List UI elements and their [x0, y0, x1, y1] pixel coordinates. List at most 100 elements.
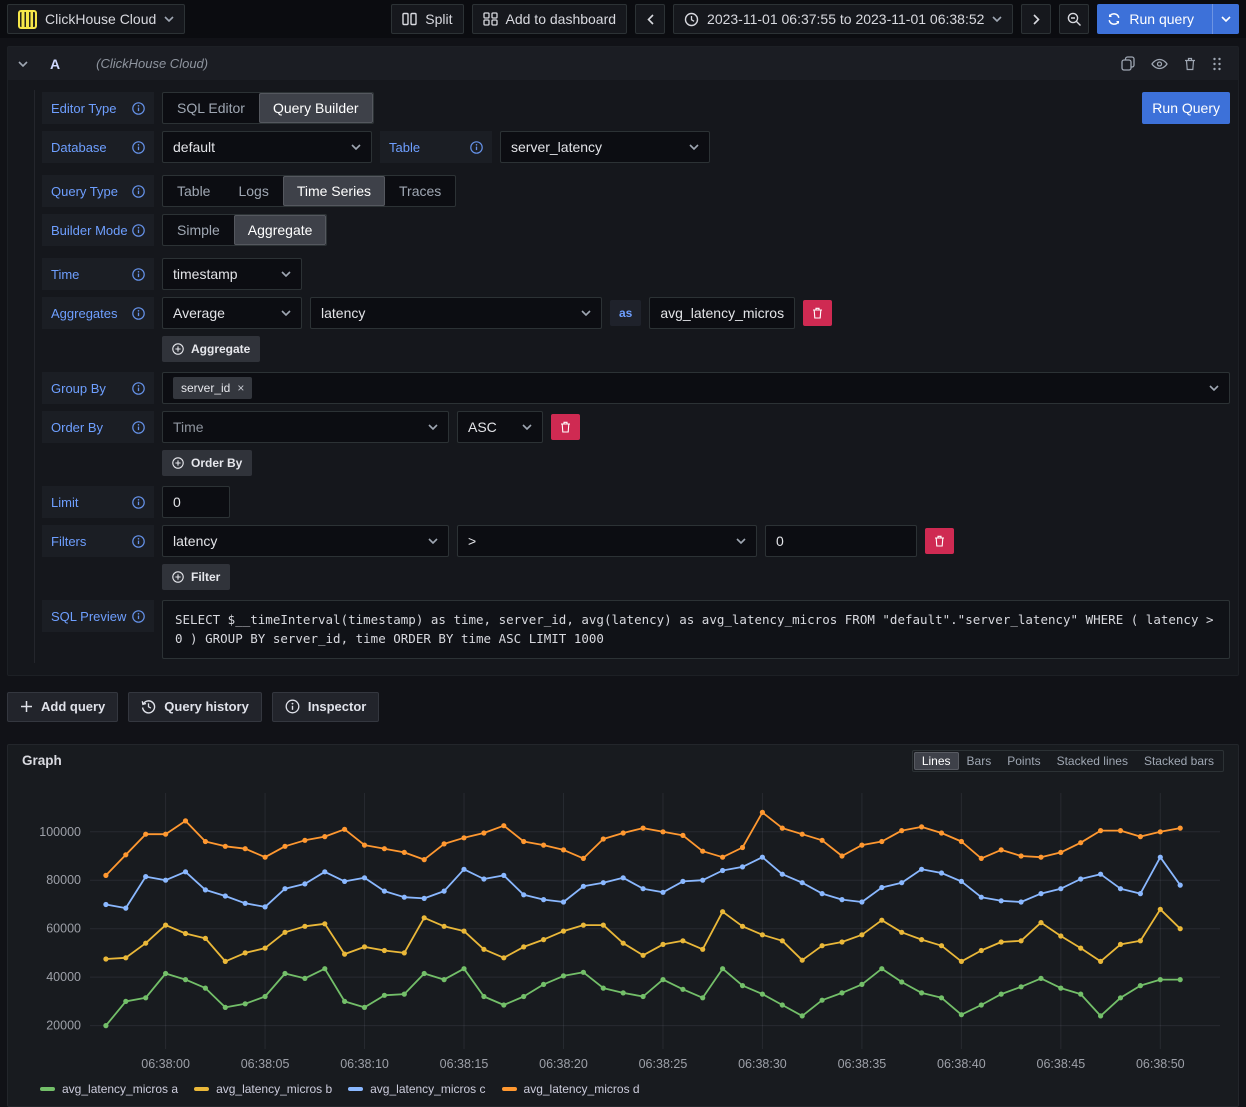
mode-option-points[interactable]: Points	[999, 752, 1048, 770]
drag-handle-icon[interactable]	[1212, 57, 1222, 71]
data-point	[382, 888, 387, 893]
aggregate-column-select[interactable]: latency	[310, 297, 602, 329]
order-by-field-select[interactable]: Time	[162, 411, 449, 443]
run-query-dropdown[interactable]	[1212, 4, 1239, 34]
remove-filter-button[interactable]	[925, 528, 954, 554]
run-query-main[interactable]: Run query	[1097, 11, 1204, 27]
info-icon[interactable]	[132, 610, 145, 623]
history-icon	[141, 699, 156, 714]
legend-item[interactable]: avg_latency_micros d	[502, 1082, 640, 1096]
remove-aggregate-button[interactable]	[803, 300, 832, 326]
mode-option-lines[interactable]: Lines	[914, 752, 959, 770]
split-button[interactable]: Split	[391, 4, 463, 34]
series-line-d	[106, 812, 1180, 875]
duplicate-query-icon[interactable]	[1121, 56, 1135, 71]
info-icon[interactable]	[132, 102, 145, 115]
table-select[interactable]: server_latency	[500, 131, 710, 163]
data-point	[939, 943, 944, 948]
time-range-picker[interactable]: 2023-11-01 06:37:55 to 2023-11-01 06:38:…	[673, 4, 1013, 34]
data-point	[1178, 825, 1183, 830]
data-point	[641, 952, 646, 957]
data-point	[939, 995, 944, 1000]
filter-value-input[interactable]: 0	[765, 525, 917, 557]
limit-input[interactable]: 0	[162, 486, 230, 518]
mode-option-stacked-lines[interactable]: Stacked lines	[1049, 752, 1136, 770]
query-type-option-table[interactable]: Table	[163, 176, 224, 206]
time-range-back-button[interactable]	[635, 4, 665, 34]
query-ref-id: A	[50, 56, 60, 72]
query-history-button[interactable]: Query history	[128, 692, 262, 722]
mode-option-bars[interactable]: Bars	[959, 752, 1000, 770]
aggregate-function-select[interactable]: Average	[162, 297, 302, 329]
data-point	[839, 990, 844, 995]
add-to-dashboard-button[interactable]: Add to dashboard	[472, 4, 628, 34]
data-point	[223, 1005, 228, 1010]
query-type-option-traces[interactable]: Traces	[385, 176, 455, 206]
editor-type-label: Editor Type	[42, 92, 154, 124]
data-point	[800, 957, 805, 962]
info-icon[interactable]	[132, 224, 145, 237]
data-point	[382, 846, 387, 851]
data-point	[641, 886, 646, 891]
x-tick-label: 06:38:35	[838, 1057, 887, 1071]
add-aggregate-button[interactable]: Aggregate	[162, 336, 260, 362]
query-type-option-time-series[interactable]: Time Series	[283, 176, 385, 206]
query-type-option-logs[interactable]: Logs	[224, 176, 282, 206]
time-range-zoom-out-button[interactable]	[1059, 4, 1089, 34]
time-column-select[interactable]: timestamp	[162, 258, 302, 290]
info-icon[interactable]	[132, 496, 145, 509]
group-by-select[interactable]: server_id ×	[162, 372, 1230, 404]
data-point	[899, 880, 904, 885]
aggregate-alias-input[interactable]: avg_latency_micros	[649, 297, 795, 329]
time-series-chart[interactable]: 2000040000600008000010000006:38:0006:38:…	[8, 777, 1238, 1080]
order-by-direction-select[interactable]: ASC	[457, 411, 543, 443]
info-icon[interactable]	[132, 382, 145, 395]
chevron-down-icon	[428, 424, 438, 430]
legend-item[interactable]: avg_latency_micros c	[348, 1082, 485, 1096]
data-point	[302, 881, 307, 886]
chart-svg[interactable]: 2000040000600008000010000006:38:0006:38:…	[12, 785, 1234, 1077]
filter-operator-select[interactable]: >	[457, 525, 757, 557]
query-row-header[interactable]: A (ClickHouse Cloud)	[8, 47, 1238, 80]
add-filter-button[interactable]: Filter	[162, 564, 230, 590]
info-icon[interactable]	[132, 185, 145, 198]
run-query-editor-button[interactable]: Run Query	[1142, 92, 1230, 124]
mode-option-stacked-bars[interactable]: Stacked bars	[1136, 752, 1222, 770]
plus-circle-icon	[172, 343, 184, 355]
time-range-forward-button[interactable]	[1021, 4, 1051, 34]
x-tick-label: 06:38:45	[1037, 1057, 1086, 1071]
legend-item[interactable]: avg_latency_micros b	[194, 1082, 332, 1096]
data-point	[382, 992, 387, 997]
remove-query-trash-icon[interactable]	[1184, 57, 1196, 71]
filter-field-select[interactable]: latency	[162, 525, 449, 557]
inspector-button[interactable]: Inspector	[272, 692, 380, 722]
editor-type-option-query-builder[interactable]: Query Builder	[259, 93, 373, 123]
chevron-down-icon	[1209, 385, 1219, 391]
builder-mode-option-aggregate[interactable]: Aggregate	[234, 215, 327, 245]
group-by-tag-server-id[interactable]: server_id ×	[173, 377, 252, 399]
info-icon[interactable]	[470, 141, 483, 154]
data-point	[123, 905, 128, 910]
data-point	[223, 843, 228, 848]
hide-response-eye-icon[interactable]	[1151, 58, 1168, 70]
datasource-picker[interactable]: ClickHouse Cloud	[7, 4, 185, 34]
info-icon[interactable]	[132, 421, 145, 434]
remove-order-by-button[interactable]	[551, 414, 580, 440]
data-point	[203, 839, 208, 844]
editor-type-option-sql-editor[interactable]: SQL Editor	[163, 93, 259, 123]
builder-mode-option-simple[interactable]: Simple	[163, 215, 234, 245]
legend-item[interactable]: avg_latency_micros a	[40, 1082, 178, 1096]
run-query-button[interactable]: Run query	[1097, 4, 1239, 34]
database-select[interactable]: default	[162, 131, 372, 163]
info-icon[interactable]	[132, 268, 145, 281]
info-icon[interactable]	[132, 307, 145, 320]
info-icon[interactable]	[132, 141, 145, 154]
toolbar-right-cluster: Split Add to dashboard 2023-11-01 06:37:…	[391, 4, 1239, 34]
info-icon[interactable]	[132, 535, 145, 548]
data-point	[561, 973, 566, 978]
x-tick-label: 06:38:30	[738, 1057, 787, 1071]
add-order-by-button[interactable]: Order By	[162, 450, 252, 476]
remove-tag-icon[interactable]: ×	[237, 381, 244, 395]
add-query-button[interactable]: Add query	[7, 692, 118, 722]
collapse-chevron-icon[interactable]	[18, 61, 28, 67]
